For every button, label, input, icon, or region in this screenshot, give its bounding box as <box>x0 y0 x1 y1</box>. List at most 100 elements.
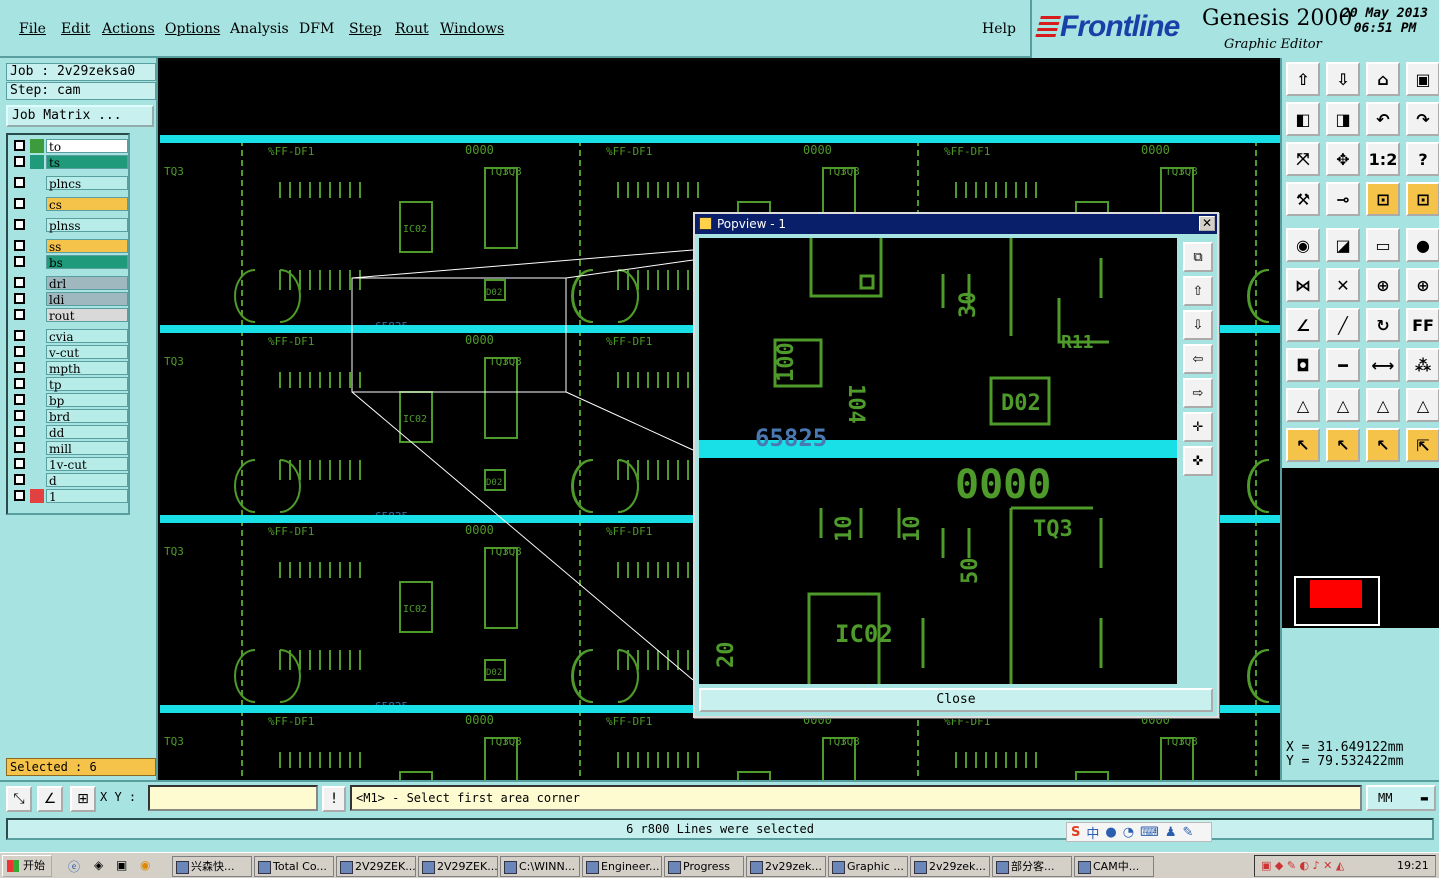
pan-up-icon[interactable]: ⇧ <box>1183 276 1213 306</box>
snap-alt-icon[interactable]: ⊡ <box>1406 182 1439 216</box>
move-icon[interactable]: ⇱ <box>1406 428 1439 462</box>
layer-row-plncs[interactable]: plncs <box>10 176 128 191</box>
layer-name[interactable]: v-cut <box>46 345 128 360</box>
ime-toolbar[interactable]: S 中 ● ◔ ⌨ ♟ ✎ <box>1066 822 1212 842</box>
layer-name[interactable]: to <box>46 139 128 154</box>
job-matrix-button[interactable]: Job Matrix ... <box>6 105 154 127</box>
dim-icon[interactable]: ⟷ <box>1366 348 1400 382</box>
undo-icon[interactable]: ↶ <box>1366 102 1400 136</box>
layer-row-1v-cut[interactable]: 1v-cut <box>10 457 128 472</box>
tri4-icon[interactable]: △ <box>1406 388 1439 422</box>
layer-checkbox[interactable] <box>14 490 25 501</box>
wrench-icon[interactable]: ✎ <box>1183 825 1194 840</box>
layer-row-mpth[interactable]: mpth <box>10 361 128 376</box>
pt2-icon[interactable]: ⊕ <box>1406 268 1439 302</box>
snap-red-icon[interactable]: ⊡ <box>1366 182 1400 216</box>
layer-row-cvia[interactable]: cvia <box>10 329 128 344</box>
menu-help[interactable]: Help <box>982 21 1016 37</box>
taskbar-task[interactable]: CAM中... <box>1074 856 1154 877</box>
zoom-home-icon[interactable]: ⧉ <box>1183 242 1213 272</box>
layer-row-drl[interactable]: drl <box>10 276 128 291</box>
layer-checkbox[interactable] <box>14 309 25 320</box>
tri1-icon[interactable]: △ <box>1286 388 1320 422</box>
layer-checkbox[interactable] <box>14 140 25 151</box>
layer-swatch[interactable] <box>30 176 44 190</box>
layer-row-rout[interactable]: rout <box>10 308 128 323</box>
xy-input[interactable] <box>148 785 318 811</box>
line-icon[interactable]: ╱ <box>1326 308 1360 342</box>
layer-name[interactable]: ts <box>46 155 128 170</box>
layer-checkbox[interactable] <box>14 198 25 209</box>
layer-row-ldi[interactable]: ldi <box>10 292 128 307</box>
layer-checkbox[interactable] <box>14 346 25 357</box>
taskbar-task[interactable]: 部分客... <box>992 856 1072 877</box>
layer-checkbox[interactable] <box>14 293 25 304</box>
layer-row-to[interactable]: to <box>10 139 128 154</box>
taskbar-task[interactable]: Progress <box>664 856 744 877</box>
taskbar-task[interactable]: 2V29ZEK... <box>336 856 416 877</box>
zoom-area-icon[interactable]: ⤡ <box>6 786 32 812</box>
layer-checkbox[interactable] <box>14 442 25 453</box>
app-icon[interactable]: ◉ <box>140 858 150 872</box>
taskbar-task[interactable]: 2V29ZEK... <box>418 856 498 877</box>
layer-checkbox[interactable] <box>14 474 25 485</box>
layer-row-bs[interactable]: bs <box>10 255 128 270</box>
layer-name[interactable]: drl <box>46 276 128 291</box>
layer-checkbox[interactable] <box>14 330 25 341</box>
layer-row-ts[interactable]: ts <box>10 155 128 170</box>
select2-icon[interactable]: ↖ <box>1326 428 1360 462</box>
tri3-icon[interactable]: △ <box>1366 388 1400 422</box>
info-icon[interactable]: ! <box>322 786 346 812</box>
layer-checkbox[interactable] <box>14 410 25 421</box>
pt-icon[interactable]: ⊕ <box>1366 268 1400 302</box>
select3-icon[interactable]: ↖ <box>1366 428 1400 462</box>
angle-icon[interactable]: ∠ <box>1286 308 1320 342</box>
layer-swatch[interactable] <box>30 441 44 455</box>
layer-name[interactable]: rout <box>46 308 128 323</box>
next-icon[interactable]: ◨ <box>1326 102 1360 136</box>
layer-checkbox[interactable] <box>14 156 25 167</box>
arc-icon[interactable]: ↻ <box>1366 308 1400 342</box>
pan-left-icon[interactable]: ⇦ <box>1183 344 1213 374</box>
window-icon[interactable]: ▣ <box>1406 62 1439 96</box>
layer-swatch[interactable] <box>30 425 44 439</box>
grid-snap-icon[interactable]: ⊞ <box>70 786 96 812</box>
explorer-icon[interactable]: ◈ <box>94 858 103 872</box>
menu-windows[interactable]: Windows <box>440 21 504 37</box>
minus-icon[interactable]: ━ <box>1326 348 1360 382</box>
layer-swatch[interactable] <box>30 276 44 290</box>
layer-name[interactable]: bp <box>46 393 128 408</box>
menu-rout[interactable]: Rout <box>395 21 429 37</box>
user-icon[interactable]: ♟ <box>1165 825 1177 840</box>
layer-checkbox[interactable] <box>14 256 25 267</box>
menu-analysis[interactable]: Analysis <box>230 21 289 37</box>
fit-icon[interactable]: ⤧ <box>1286 142 1320 176</box>
menu-step[interactable]: Step <box>349 21 381 37</box>
layer-swatch[interactable] <box>30 457 44 471</box>
layer-swatch[interactable] <box>30 409 44 423</box>
tray-icons[interactable]: ▣ ◆ ✎ ◐ ♪ ✕ ◭ <box>1261 856 1344 876</box>
measure-icon[interactable]: ∠ <box>37 786 63 812</box>
zoom-icon[interactable]: ✥ <box>1326 142 1360 176</box>
layer-swatch[interactable] <box>30 239 44 253</box>
layer-name[interactable]: tp <box>46 377 128 392</box>
keyboard-icon[interactable]: ⌨ <box>1140 825 1159 840</box>
layer-checkbox[interactable] <box>14 362 25 373</box>
taskbar-task[interactable]: Total Co... <box>254 856 334 877</box>
home-icon[interactable]: ⌂ <box>1366 62 1400 96</box>
probe-icon[interactable]: ⊸ <box>1326 182 1360 216</box>
popview-titlebar[interactable]: Popview - 1 ✕ <box>695 214 1217 234</box>
ime-dot-icon[interactable]: ● <box>1105 825 1116 840</box>
popview-close-button[interactable]: Close <box>699 688 1213 712</box>
layer-swatch[interactable] <box>30 473 44 487</box>
ff-icon[interactable]: FF <box>1406 308 1439 342</box>
tools-icon[interactable]: ⚒ <box>1286 182 1320 216</box>
diag-icon[interactable]: ◪ <box>1326 228 1360 262</box>
layer-row-cs[interactable]: cs <box>10 197 128 212</box>
layer-row-plnss[interactable]: plnss <box>10 218 128 233</box>
overview-map[interactable] <box>1282 468 1439 628</box>
layer-name[interactable]: 1v-cut <box>46 457 128 472</box>
ruler-icon[interactable]: ▭ <box>1366 228 1400 262</box>
desktop-icon[interactable]: ▣ <box>116 858 127 872</box>
layer-up-icon[interactable]: ⇧ <box>1286 62 1320 96</box>
